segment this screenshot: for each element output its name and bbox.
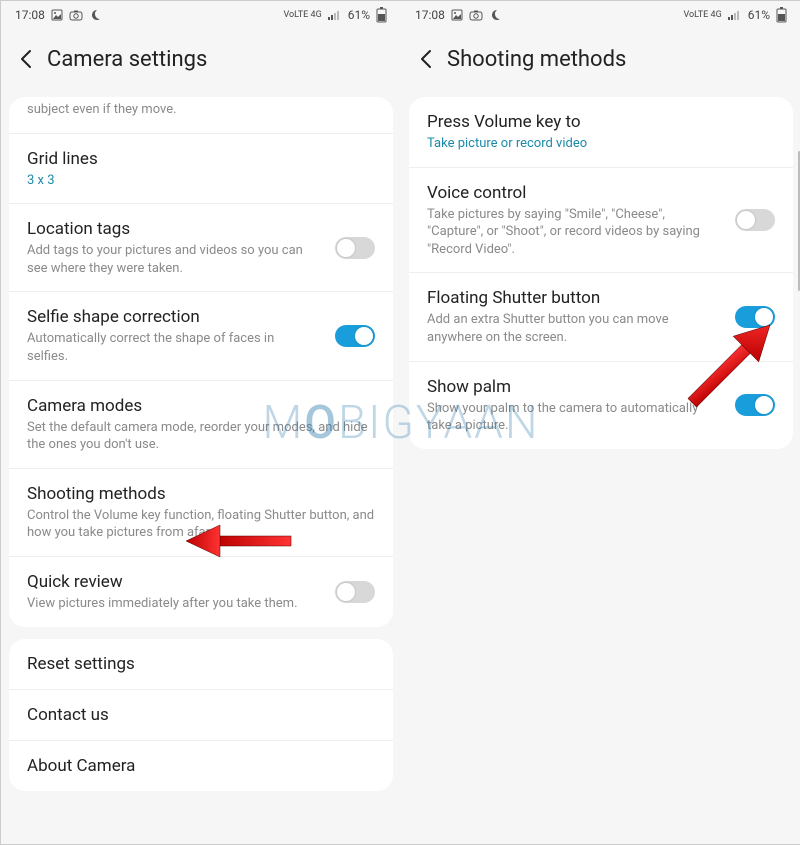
row-title: Press Volume key to — [427, 111, 775, 133]
gallery-icon — [451, 9, 463, 21]
row-about-camera[interactable]: About Camera — [9, 740, 393, 791]
toggle-floating-shutter[interactable] — [735, 306, 775, 328]
toggle-selfie-shape[interactable] — [335, 325, 375, 347]
toggle-show-palm[interactable] — [735, 394, 775, 416]
status-time: 17:08 — [15, 8, 45, 22]
status-network: VoLTE 4G — [684, 11, 722, 20]
chevron-left-icon — [416, 48, 438, 70]
camera-icon — [69, 9, 83, 21]
row-sub: Show your palm to the camera to automati… — [427, 400, 715, 435]
toggle-location-tags[interactable] — [335, 237, 375, 259]
row-title: Selfie shape correction — [27, 306, 315, 328]
back-button[interactable] — [407, 39, 447, 79]
row-show-palm[interactable]: Show palm Show your palm to the camera t… — [409, 361, 793, 449]
row-sub: Take pictures by saying "Smile", "Cheese… — [427, 206, 715, 259]
toggle-quick-review[interactable] — [335, 581, 375, 603]
status-battery-pct: 61% — [348, 8, 370, 22]
status-battery-pct: 61% — [748, 8, 770, 22]
phone-right: 17:08 VoLTE 4G 61% — [401, 1, 800, 844]
status-bar: 17:08 VoLTE 4G 61% — [401, 1, 800, 29]
page-title: Camera settings — [47, 47, 207, 72]
row-sub: Add an extra Shutter button you can move… — [427, 311, 715, 346]
row-title: Contact us — [27, 704, 375, 726]
row-quick-review[interactable]: Quick review View pictures immediately a… — [9, 556, 393, 627]
signal-icon — [328, 10, 342, 20]
row-location-tags[interactable]: Location tags Add tags to your pictures … — [9, 203, 393, 291]
page-title: Shooting methods — [447, 47, 626, 72]
row-contact-us[interactable]: Contact us — [9, 689, 393, 740]
row-voice-control[interactable]: Voice control Take pictures by saying "S… — [409, 167, 793, 273]
toggle-voice-control[interactable] — [735, 209, 775, 231]
status-right: VoLTE 4G 61% — [684, 7, 788, 23]
moon-icon — [489, 9, 501, 21]
shooting-methods-card: Press Volume key to Take picture or reco… — [409, 97, 793, 449]
row-sub: subject even if they move. — [27, 101, 375, 119]
row-title: About Camera — [27, 755, 375, 777]
row-volume-key[interactable]: Press Volume key to Take picture or reco… — [409, 97, 793, 167]
status-right: VoLTE 4G 61% — [284, 7, 388, 23]
row-selfie-shape[interactable]: Selfie shape correction Automatically co… — [9, 291, 393, 379]
settings-card-1: subject even if they move. Grid lines 3 … — [9, 97, 393, 627]
status-bar: 17:08 VoLTE 4G 61% — [1, 1, 401, 29]
battery-icon — [776, 7, 787, 23]
row-title: Floating Shutter button — [427, 287, 715, 309]
back-button[interactable] — [7, 39, 47, 79]
row-sub: Set the default camera mode, reorder you… — [27, 419, 375, 454]
status-network: VoLTE 4G — [284, 11, 322, 20]
row-sub: Take picture or record video — [427, 135, 775, 153]
row-grid-lines[interactable]: Grid lines 3 x 3 — [9, 133, 393, 204]
row-title: Shooting methods — [27, 483, 375, 505]
gallery-icon — [51, 9, 63, 21]
screenshot-pair: 17:08 VoLTE 4G 61% — [0, 0, 800, 845]
row-title: Camera modes — [27, 395, 375, 417]
signal-icon — [728, 10, 742, 20]
row-sub: Automatically correct the shape of faces… — [27, 330, 315, 365]
phone-left: 17:08 VoLTE 4G 61% — [1, 1, 401, 844]
row-shooting-methods[interactable]: Shooting methods Control the Volume key … — [9, 468, 393, 556]
row-sub: Add tags to your pictures and videos so … — [27, 242, 315, 277]
row-title: Show palm — [427, 376, 715, 398]
row-sub: 3 x 3 — [27, 172, 375, 190]
battery-icon — [376, 7, 387, 23]
row-reset-settings[interactable]: Reset settings — [9, 639, 393, 689]
row-title: Grid lines — [27, 148, 375, 170]
row-sub: Control the Volume key function, floatin… — [27, 507, 375, 542]
header: Camera settings — [1, 29, 401, 97]
status-left: 17:08 — [15, 8, 101, 22]
header: Shooting methods — [401, 29, 800, 97]
camera-icon — [469, 9, 483, 21]
settings-card-2: Reset settings Contact us About Camera — [9, 639, 393, 791]
row-sub: View pictures immediately after you take… — [27, 595, 315, 613]
status-time: 17:08 — [415, 8, 445, 22]
row-title: Voice control — [427, 182, 715, 204]
row-truncated-prev[interactable]: subject even if they move. — [9, 97, 393, 133]
row-camera-modes[interactable]: Camera modes Set the default camera mode… — [9, 380, 393, 468]
moon-icon — [89, 9, 101, 21]
row-title: Reset settings — [27, 653, 375, 675]
chevron-left-icon — [16, 48, 38, 70]
row-title: Quick review — [27, 571, 315, 593]
row-floating-shutter[interactable]: Floating Shutter button Add an extra Shu… — [409, 272, 793, 360]
row-title: Location tags — [27, 218, 315, 240]
status-left: 17:08 — [415, 8, 501, 22]
